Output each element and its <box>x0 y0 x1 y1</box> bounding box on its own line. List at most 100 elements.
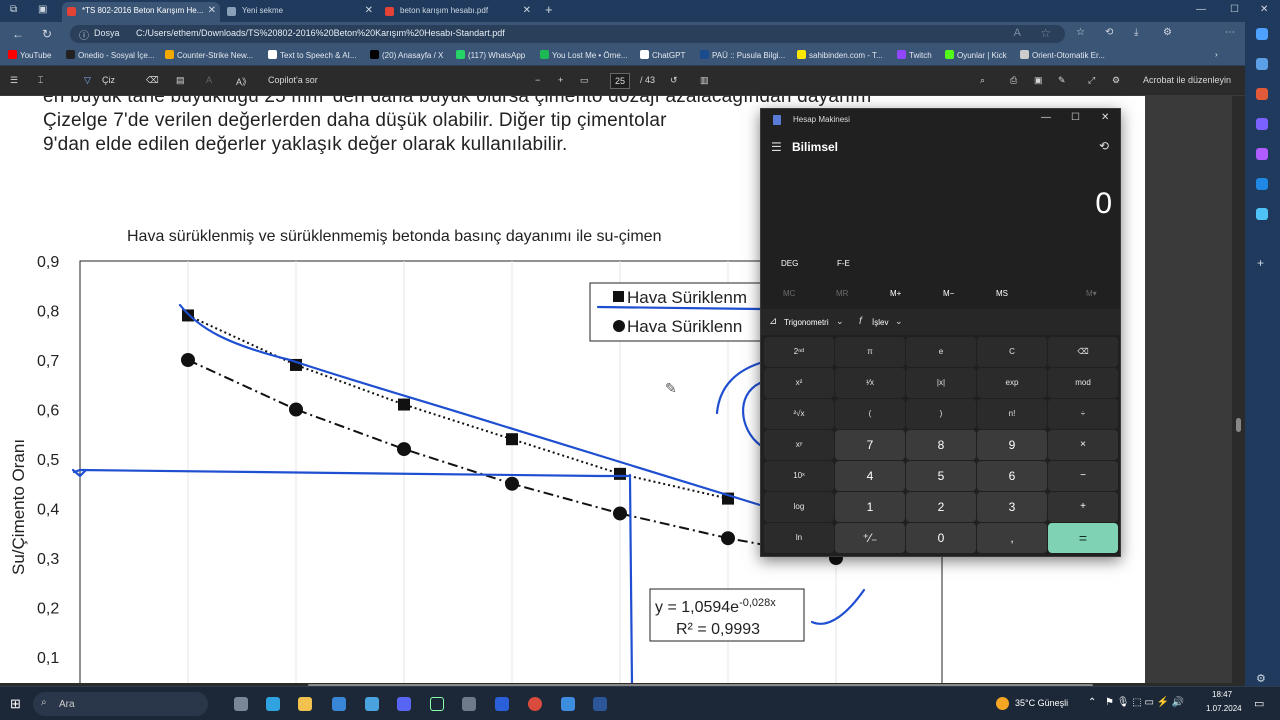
notifications-icon[interactable]: ▭ <box>1254 697 1264 710</box>
e-button[interactable]: e <box>906 337 976 367</box>
pi-button[interactable]: π <box>835 337 905 367</box>
minus-button[interactable]: − <box>1048 461 1118 491</box>
close-icon[interactable]: ✕ <box>1101 112 1109 123</box>
bookmark-item[interactable]: (117) WhatsApp <box>456 50 525 60</box>
digit-6-button[interactable]: 6 <box>977 461 1047 491</box>
open-paren-button[interactable]: ( <box>835 399 905 429</box>
deg-button[interactable]: DEG <box>781 259 798 268</box>
clear-button[interactable]: C <box>977 337 1047 367</box>
print-icon[interactable]: ⎙ <box>1010 75 1017 86</box>
tab-actions-icon[interactable]: ▣ <box>38 4 47 15</box>
text-icon[interactable]: ▤ <box>176 75 185 86</box>
clock-time[interactable]: 18:47 <box>1212 690 1232 699</box>
digit-4-button[interactable]: 4 <box>835 461 905 491</box>
zoom-out-button[interactable]: − <box>535 75 540 85</box>
backspace-button[interactable]: ⌫ <box>1048 337 1118 367</box>
digit-5-button[interactable]: 5 <box>906 461 976 491</box>
square-button[interactable]: x² <box>764 368 834 398</box>
history-icon[interactable]: ⟲ <box>1099 139 1109 153</box>
search-box[interactable]: ⌕ Ara <box>33 692 208 716</box>
close-window-icon[interactable]: ✕ <box>1260 4 1268 15</box>
shopping-icon[interactable] <box>1256 58 1268 70</box>
mc-button[interactable]: MC <box>783 289 795 298</box>
maximize-icon[interactable]: ☐ <box>1071 112 1080 123</box>
digit-2-button[interactable]: 2 <box>906 492 976 522</box>
multiply-button[interactable]: × <box>1048 430 1118 460</box>
close-icon[interactable]: ✕ <box>208 2 216 20</box>
contents-icon[interactable]: ☰ <box>10 75 18 86</box>
divide-button[interactable]: ÷ <box>1048 399 1118 429</box>
bookmark-item[interactable]: sahibinden.com - T... <box>797 50 883 60</box>
tools-icon[interactable] <box>1256 88 1268 100</box>
save-icon[interactable]: ▣ <box>1034 75 1043 86</box>
highlight-icon[interactable]: ⌶ <box>38 75 43 86</box>
steam-icon[interactable] <box>430 697 444 711</box>
vertical-scrollbar[interactable] <box>1232 96 1245 686</box>
ms-button[interactable]: MS <box>996 289 1008 298</box>
equals-button[interactable]: = <box>1048 523 1118 553</box>
bookmark-item[interactable]: You Lost Me • Öme... <box>540 50 627 60</box>
eraser-icon[interactable]: ⌫ <box>146 75 159 86</box>
tab-new[interactable]: Yeni sekme ✕ <box>222 2 377 22</box>
add-icon[interactable]: + <box>1257 256 1264 270</box>
refresh-icon[interactable]: ↻ <box>42 27 52 41</box>
bookmark-item[interactable]: Oyunlar | Kick <box>945 50 1007 60</box>
bookmark-item[interactable]: Text to Speech & AI... <box>268 50 357 60</box>
ln-button[interactable]: ln <box>764 523 834 553</box>
digit-0-button[interactable]: 0 <box>906 523 976 553</box>
chevron-down-icon[interactable]: ⌄ <box>836 316 844 327</box>
add-text-icon[interactable]: A <box>206 75 212 85</box>
minimize-icon[interactable]: — <box>1041 112 1051 123</box>
digit-3-button[interactable]: 3 <box>977 492 1047 522</box>
file-explorer-icon[interactable] <box>298 697 312 711</box>
edge-icon[interactable] <box>266 697 280 711</box>
tray-icons[interactable]: ⚑ 🎙 ⬚ ▭ ⚡ 🔊 <box>1105 697 1184 708</box>
page-view-icon[interactable]: ▥ <box>700 75 709 86</box>
bookmark-item[interactable]: Twitch <box>897 50 932 60</box>
outlook-icon[interactable] <box>1256 178 1268 190</box>
tab-ts802[interactable]: *TS 802-2016 Beton Karışım He... ✕ <box>62 2 220 22</box>
workspaces-icon[interactable]: ⧉ <box>10 4 17 15</box>
read-aloud-icon[interactable]: A》 <box>236 75 251 88</box>
copilot-icon[interactable] <box>1256 28 1268 40</box>
m365-icon[interactable] <box>1256 148 1268 160</box>
m-plus-button[interactable]: M+ <box>890 289 901 298</box>
mod-button[interactable]: mod <box>1048 368 1118 398</box>
bookmark-item[interactable]: Counter-Strike New... <box>165 50 253 60</box>
zoom-in-button[interactable]: + <box>558 75 563 85</box>
reciprocal-button[interactable]: ¹⁄x <box>835 368 905 398</box>
exp-button[interactable]: exp <box>977 368 1047 398</box>
more-menu-icon[interactable]: ⋯ <box>1225 27 1235 38</box>
word-icon[interactable] <box>593 697 607 711</box>
fullscreen-icon[interactable]: ⤢ <box>1088 75 1095 86</box>
clock-date[interactable]: 1.07.2024 <box>1206 704 1242 713</box>
bookmark-item[interactable]: (20) Anasayfa / X <box>370 50 443 60</box>
bookmark-item[interactable]: ChatGPT <box>640 50 685 60</box>
chevron-down-icon[interactable]: ⌄ <box>895 316 903 327</box>
task-view-icon[interactable] <box>234 697 248 711</box>
settings-icon[interactable]: ⚙ <box>1112 75 1120 86</box>
mr-button[interactable]: MR <box>836 289 848 298</box>
close-icon[interactable]: ✕ <box>523 2 531 20</box>
rotate-icon[interactable]: ↺ <box>670 75 678 86</box>
page-number-input[interactable]: 25 <box>610 73 630 89</box>
favorites-icon[interactable]: ☆ <box>1076 27 1085 38</box>
back-icon[interactable]: ← <box>12 27 24 41</box>
digit-8-button[interactable]: 8 <box>906 430 976 460</box>
save-as-icon[interactable]: ✎ <box>1058 75 1066 86</box>
download-icon[interactable]: ⤓ <box>1134 27 1138 38</box>
power-button[interactable]: xʸ <box>764 430 834 460</box>
close-paren-button[interactable]: ) <box>906 399 976 429</box>
digit-9-button[interactable]: 9 <box>977 430 1047 460</box>
acrobat-edit-button[interactable]: Acrobat ile düzenleyin <box>1143 75 1231 85</box>
read-aloud-icon[interactable]: A <box>1014 27 1021 39</box>
copilot-button[interactable]: Copilot'a sor <box>268 75 318 85</box>
fit-page-icon[interactable]: ▭ <box>580 75 589 86</box>
log-button[interactable]: log <box>764 492 834 522</box>
weather-text[interactable]: 35°C Güneşli <box>1015 698 1068 708</box>
favorite-star-icon[interactable]: ☆ <box>1040 26 1051 40</box>
function-dropdown[interactable]: İşlev <box>872 318 888 327</box>
chevron-right-icon[interactable]: › <box>1215 50 1218 59</box>
tab-beton-pdf[interactable]: beton karışım hesabı.pdf ✕ <box>380 2 535 22</box>
chrome-icon[interactable] <box>528 697 542 711</box>
